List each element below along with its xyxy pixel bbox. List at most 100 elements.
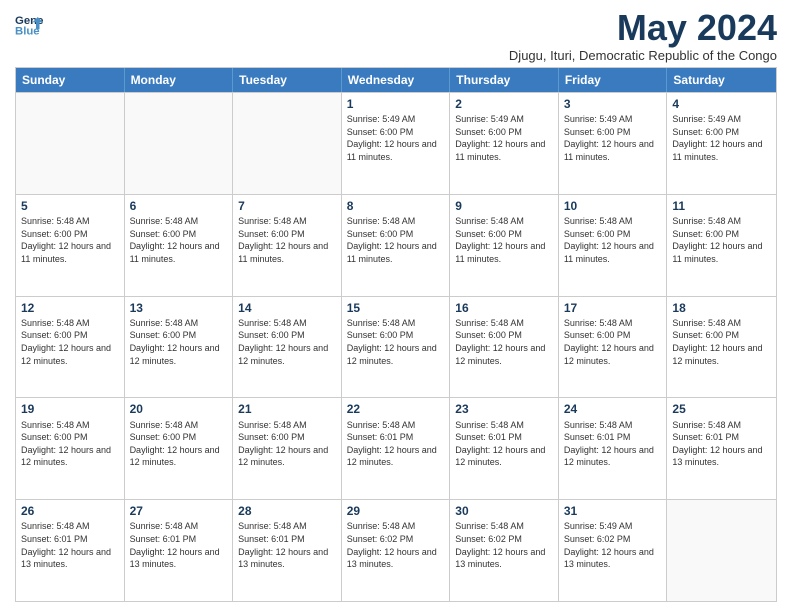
day-header-thursday: Thursday (450, 68, 559, 92)
calendar-day-16: 16Sunrise: 5:48 AM Sunset: 6:00 PM Dayli… (450, 297, 559, 398)
calendar-day-22: 22 Sunrise: 5:48 AM Sunset: 6:01 PM Dayli… (342, 398, 451, 499)
day-info: Sunrise: 5:48 AM Sunset: 6:00 PM Dayligh… (238, 419, 336, 469)
logo-icon: General Blue (15, 10, 43, 38)
day-info: Sunrise: 5:48 AM Sunset: 6:00 PM Dayligh… (564, 317, 662, 367)
calendar-day-9: 9Sunrise: 5:48 AM Sunset: 6:00 PM Daylig… (450, 195, 559, 296)
day-info: Sunrise: 5:48 AM Sunset: 6:00 PM Dayligh… (21, 317, 119, 367)
day-number: 22 (347, 401, 445, 417)
calendar-day-12: 12Sunrise: 5:48 AM Sunset: 6:00 PM Dayli… (16, 297, 125, 398)
calendar-day-28: 28Sunrise: 5:48 AM Sunset: 6:01 PM Dayli… (233, 500, 342, 601)
calendar: SundayMondayTuesdayWednesdayThursdayFrid… (15, 67, 777, 602)
day-number: 13 (130, 300, 228, 316)
day-number: 9 (455, 198, 553, 214)
day-info: Sunrise: 5:49 AM Sunset: 6:00 PM Dayligh… (455, 113, 553, 163)
day-number: 6 (130, 198, 228, 214)
day-info: Sunrise: 5:48 AM Sunset: 6:00 PM Dayligh… (455, 317, 553, 367)
calendar-day-3: 3Sunrise: 5:49 AM Sunset: 6:00 PM Daylig… (559, 93, 668, 194)
day-info: Sunrise: 5:48 AM Sunset: 6:00 PM Dayligh… (347, 317, 445, 367)
day-number: 29 (347, 503, 445, 519)
day-info: Sunrise: 5:48 AM Sunset: 6:00 PM Dayligh… (347, 215, 445, 265)
calendar-day-5: 5Sunrise: 5:48 AM Sunset: 6:00 PM Daylig… (16, 195, 125, 296)
day-info: Sunrise: 5:48 AM Sunset: 6:02 PM Dayligh… (455, 520, 553, 570)
day-info: Sunrise: 5:48 AM Sunset: 6:02 PM Dayligh… (347, 520, 445, 570)
day-number: 8 (347, 198, 445, 214)
day-number: 23 (455, 401, 553, 417)
calendar-empty-cell (16, 93, 125, 194)
day-number: 20 (130, 401, 228, 417)
day-info: Sunrise: 5:48 AM Sunset: 6:00 PM Dayligh… (238, 215, 336, 265)
day-number: 28 (238, 503, 336, 519)
calendar-day-11: 11Sunrise: 5:48 AM Sunset: 6:00 PM Dayli… (667, 195, 776, 296)
calendar-empty-cell (125, 93, 234, 194)
day-header-friday: Friday (559, 68, 668, 92)
day-number: 18 (672, 300, 771, 316)
calendar-day-4: 4Sunrise: 5:49 AM Sunset: 6:00 PM Daylig… (667, 93, 776, 194)
calendar-day-14: 14Sunrise: 5:48 AM Sunset: 6:00 PM Dayli… (233, 297, 342, 398)
day-info: Sunrise: 5:48 AM Sunset: 6:00 PM Dayligh… (238, 317, 336, 367)
day-number: 4 (672, 96, 771, 112)
day-info: Sunrise: 5:48 AM Sunset: 6:00 PM Dayligh… (455, 215, 553, 265)
day-number: 15 (347, 300, 445, 316)
day-number: 27 (130, 503, 228, 519)
calendar-day-25: 25 Sunrise: 5:48 AM Sunset: 6:01 PM Dayli… (667, 398, 776, 499)
calendar-day-7: 7Sunrise: 5:48 AM Sunset: 6:00 PM Daylig… (233, 195, 342, 296)
day-number: 11 (672, 198, 771, 214)
day-number: 3 (564, 96, 662, 112)
day-info: Sunrise: 5:48 AM Sunset: 6:00 PM Dayligh… (130, 419, 228, 469)
day-info: Sunrise: 5:48 AM Sunset: 6:00 PM Dayligh… (672, 215, 771, 265)
month-title: May 2024 (509, 10, 777, 46)
day-number: 7 (238, 198, 336, 214)
calendar-day-30: 30Sunrise: 5:48 AM Sunset: 6:02 PM Dayli… (450, 500, 559, 601)
day-number: 31 (564, 503, 662, 519)
calendar-body: 1Sunrise: 5:49 AM Sunset: 6:00 PM Daylig… (16, 92, 776, 601)
calendar-day-29: 29Sunrise: 5:48 AM Sunset: 6:02 PM Dayli… (342, 500, 451, 601)
header: General Blue May 2024 Djugu, Ituri, Demo… (15, 10, 777, 63)
calendar-empty-cell (667, 500, 776, 601)
day-info: Sunrise: 5:48 AM Sunset: 6:01 PM Dayligh… (21, 520, 119, 570)
day-number: 10 (564, 198, 662, 214)
calendar-header: SundayMondayTuesdayWednesdayThursdayFrid… (16, 68, 776, 92)
day-number: 1 (347, 96, 445, 112)
calendar-day-20: 20 Sunrise: 5:48 AM Sunset: 6:00 PM Dayli… (125, 398, 234, 499)
day-info: Sunrise: 5:48 AM Sunset: 6:00 PM Dayligh… (564, 215, 662, 265)
day-info: Sunrise: 5:49 AM Sunset: 6:00 PM Dayligh… (347, 113, 445, 163)
calendar-day-6: 6Sunrise: 5:48 AM Sunset: 6:00 PM Daylig… (125, 195, 234, 296)
logo: General Blue (15, 10, 43, 38)
day-number: 24 (564, 401, 662, 417)
calendar-week-4: 19 Sunrise: 5:48 AM Sunset: 6:00 PM Dayli… (16, 397, 776, 499)
day-info: Sunrise: 5:48 AM Sunset: 6:00 PM Dayligh… (21, 215, 119, 265)
day-header-wednesday: Wednesday (342, 68, 451, 92)
day-info: Sunrise: 5:49 AM Sunset: 6:00 PM Dayligh… (672, 113, 771, 163)
calendar-day-2: 2Sunrise: 5:49 AM Sunset: 6:00 PM Daylig… (450, 93, 559, 194)
day-header-tuesday: Tuesday (233, 68, 342, 92)
day-info: Sunrise: 5:48 AM Sunset: 6:00 PM Dayligh… (672, 317, 771, 367)
day-info: Sunrise: 5:49 AM Sunset: 6:02 PM Dayligh… (564, 520, 662, 570)
day-number: 25 (672, 401, 771, 417)
calendar-day-24: 24Sunrise: 5:48 AM Sunset: 6:01 PM Dayli… (559, 398, 668, 499)
calendar-day-23: 23 Sunrise: 5:48 AM Sunset: 6:01 PM Dayli… (450, 398, 559, 499)
day-number: 17 (564, 300, 662, 316)
day-info: Sunrise: 5:48 AM Sunset: 6:00 PM Dayligh… (130, 215, 228, 265)
calendar-day-19: 19Sunrise: 5:48 AM Sunset: 6:00 PM Dayli… (16, 398, 125, 499)
day-number: 19 (21, 401, 119, 417)
svg-text:Blue: Blue (15, 26, 40, 38)
day-number: 14 (238, 300, 336, 316)
calendar-empty-cell (233, 93, 342, 194)
calendar-day-18: 18Sunrise: 5:48 AM Sunset: 6:00 PM Dayli… (667, 297, 776, 398)
calendar-week-5: 26Sunrise: 5:48 AM Sunset: 6:01 PM Dayli… (16, 499, 776, 601)
calendar-day-15: 15Sunrise: 5:48 AM Sunset: 6:00 PM Dayli… (342, 297, 451, 398)
page: General Blue May 2024 Djugu, Ituri, Demo… (0, 0, 792, 612)
day-info: Sunrise: 5:49 AM Sunset: 6:00 PM Dayligh… (564, 113, 662, 163)
day-header-saturday: Saturday (667, 68, 776, 92)
day-info: Sunrise: 5:48 AM Sunset: 6:01 PM Dayligh… (455, 419, 553, 469)
day-number: 30 (455, 503, 553, 519)
day-info: Sunrise: 5:48 AM Sunset: 6:01 PM Dayligh… (672, 419, 771, 469)
calendar-day-21: 21Sunrise: 5:48 AM Sunset: 6:00 PM Dayli… (233, 398, 342, 499)
day-number: 12 (21, 300, 119, 316)
calendar-week-1: 1Sunrise: 5:49 AM Sunset: 6:00 PM Daylig… (16, 92, 776, 194)
title-block: May 2024 Djugu, Ituri, Democratic Republ… (509, 10, 777, 63)
day-info: Sunrise: 5:48 AM Sunset: 6:01 PM Dayligh… (347, 419, 445, 469)
day-header-sunday: Sunday (16, 68, 125, 92)
day-info: Sunrise: 5:48 AM Sunset: 6:00 PM Dayligh… (130, 317, 228, 367)
day-number: 16 (455, 300, 553, 316)
